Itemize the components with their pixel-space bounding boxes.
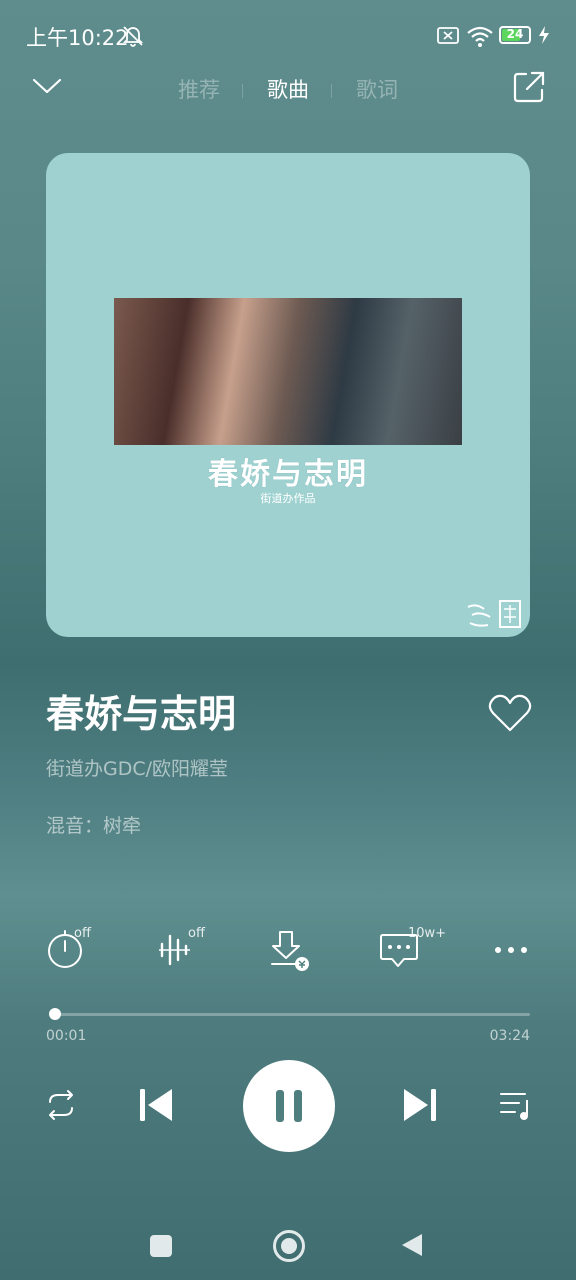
more-icon[interactable]: [493, 940, 529, 960]
nav-back-icon[interactable]: [400, 1232, 424, 1258]
tab-recommend[interactable]: 推荐: [178, 74, 220, 104]
pause-button[interactable]: [243, 1060, 335, 1152]
mute-bell-icon: [122, 26, 144, 47]
battery-icon: 24: [499, 26, 531, 44]
progress-track[interactable]: [52, 1013, 530, 1016]
status-time: 上午10:22: [26, 26, 129, 50]
song-artists[interactable]: 街道办GDC/欧阳耀莹: [46, 754, 228, 781]
sleep-timer-button[interactable]: off: [46, 926, 96, 972]
share-icon[interactable]: [512, 70, 546, 104]
time-total: 03:24: [489, 1028, 530, 1044]
album-seal-logo: [467, 600, 521, 628]
sound-effect-badge: off: [188, 926, 205, 941]
tab-lyrics[interactable]: 歌词: [356, 74, 398, 104]
tab-divider: [242, 84, 243, 98]
next-icon[interactable]: [402, 1086, 438, 1124]
time-current: 00:01: [46, 1028, 87, 1044]
playlist-icon[interactable]: [498, 1088, 534, 1122]
nav-home-icon[interactable]: [273, 1230, 305, 1262]
album-cover[interactable]: 春娇与志明 街道办作品: [46, 153, 530, 637]
album-cover-subtitle: 街道办作品: [260, 492, 316, 505]
repeat-icon[interactable]: [42, 1088, 80, 1122]
album-cover-title: 春娇与志明: [208, 457, 368, 492]
pause-icon: [276, 1090, 302, 1122]
battery-level: 24: [506, 27, 524, 41]
comment-count-badge: 10w+: [408, 926, 447, 941]
heart-icon[interactable]: [488, 694, 532, 734]
song-title: 春娇与志明: [46, 692, 237, 736]
song-mix-credit: 混音：树牵: [46, 815, 142, 837]
sim-disabled-icon: [437, 27, 459, 44]
sound-effect-button[interactable]: off: [158, 926, 214, 972]
tab-divider: [331, 84, 332, 98]
sleep-timer-badge: off: [74, 926, 91, 941]
charging-icon: [539, 26, 549, 44]
previous-icon[interactable]: [138, 1086, 174, 1124]
wifi-icon: [467, 26, 493, 47]
progress-handle[interactable]: [49, 1008, 61, 1020]
nav-recents-icon[interactable]: [150, 1235, 172, 1257]
album-photo: [114, 298, 462, 445]
tab-song[interactable]: 歌曲: [267, 74, 309, 104]
comment-button[interactable]: 10w+: [378, 926, 448, 972]
download-icon[interactable]: [268, 928, 312, 974]
collapse-chevron-icon[interactable]: [32, 76, 62, 96]
